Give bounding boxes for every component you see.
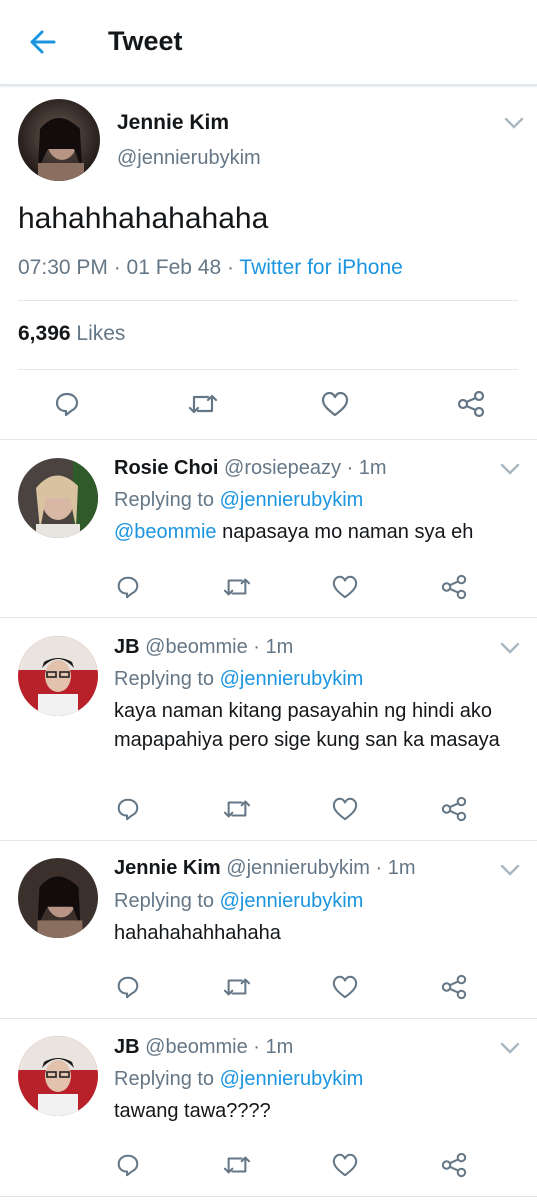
share-button[interactable] [438,571,470,603]
like-button[interactable] [316,386,354,422]
likes-number: 6,396 [18,322,71,345]
share-button[interactable] [438,1149,470,1181]
replying-to-label: Replying to [114,489,220,511]
like-button[interactable] [329,1149,361,1181]
likes-label: Likes [76,322,126,345]
reply-header: Jennie Kim @jennierubykim · 1m [114,857,416,880]
divider [0,840,537,841]
reply-author-handle[interactable]: @beommie · 1m [145,1036,293,1058]
chevron-down-icon[interactable] [499,863,521,877]
tweet-text: hahahhahahahaha [18,202,269,235]
tweet-time: 07:30 PM · 01 Feb 48 · [18,256,240,279]
reply-author-handle[interactable]: @beommie · 1m [145,636,293,658]
reply-header: JB @beommie · 1m [114,1036,293,1059]
avatar[interactable] [18,1036,98,1116]
back-arrow-icon[interactable] [28,28,56,56]
avatar[interactable] [18,99,100,181]
mention-link[interactable]: @beommie [114,521,217,543]
like-icon [332,575,358,599]
retweet-icon [188,394,218,414]
reply-header: Rosie Choi @rosiepeazy · 1m [114,457,387,480]
retweet-icon [223,800,251,818]
like-icon [321,391,349,417]
retweet-button[interactable] [220,793,254,825]
retweet-button[interactable] [220,1149,254,1181]
share-button[interactable] [452,386,490,422]
like-icon [332,797,358,821]
tweet-meta: 07:30 PM · 01 Feb 48 · Twitter for iPhon… [18,256,403,280]
divider [18,300,518,301]
like-button[interactable] [329,571,361,603]
reply-button[interactable] [112,793,144,825]
reply-body: napasaya mo naman sya eh [216,521,474,543]
retweet-button[interactable] [184,386,222,422]
reply-button[interactable] [48,386,86,422]
reply-header: JB @beommie · 1m [114,636,293,659]
reply-author-handle[interactable]: @rosiepeazy · 1m [224,457,387,479]
divider [0,1196,537,1197]
reply-body: kaya naman kitang pasayahin ng hindi ako… [114,700,500,751]
reply-body: hahahahahhahaha [114,922,281,944]
divider [0,1018,537,1019]
replying-to-label: Replying to [114,668,220,690]
divider [0,617,537,618]
reply-icon [117,576,139,599]
reply-author-name[interactable]: Jennie Kim [114,857,221,879]
share-icon [441,796,467,822]
share-icon [441,1152,467,1178]
like-icon [332,1153,358,1177]
replying-to: Replying to @jennierubykim [114,668,363,691]
replying-to: Replying to @jennierubykim [114,890,363,913]
reply-author-name[interactable]: JB [114,1036,140,1058]
reply-icon [117,1154,139,1177]
replying-to-label: Replying to [114,890,220,912]
page-title: Tweet [108,26,183,56]
share-button[interactable] [438,971,470,1003]
retweet-icon [223,1156,251,1174]
like-button[interactable] [329,793,361,825]
divider [18,369,518,370]
replying-to: Replying to @jennierubykim [114,1068,363,1091]
replying-to-label: Replying to [114,1068,220,1090]
reply-author-name[interactable]: Rosie Choi [114,457,218,479]
chevron-down-icon[interactable] [503,116,525,130]
retweet-button[interactable] [220,971,254,1003]
reply-author-name[interactable]: JB [114,636,140,658]
like-icon [332,975,358,999]
reply-icon [117,798,139,821]
reply-button[interactable] [112,971,144,1003]
share-icon [441,574,467,600]
tweet-source-link[interactable]: Twitter for iPhone [239,256,402,279]
author-handle[interactable]: @jennierubykim [117,147,261,170]
author-name[interactable]: Jennie Kim [117,111,229,135]
reply-button[interactable] [112,571,144,603]
share-icon [457,390,485,418]
chevron-down-icon[interactable] [499,462,521,476]
chevron-down-icon[interactable] [499,1041,521,1055]
reply-text: @beommie napasaya mo naman sya eh [114,518,514,547]
avatar[interactable] [18,458,98,538]
reply-button[interactable] [112,1149,144,1181]
likes-count[interactable]: 6,396 Likes [18,322,125,346]
chevron-down-icon[interactable] [499,641,521,655]
avatar[interactable] [18,858,98,938]
retweet-button[interactable] [220,571,254,603]
replying-to-link[interactable]: @jennierubykim [220,1068,364,1090]
reply-icon [117,976,139,999]
reply-body: tawang tawa???? [114,1100,271,1122]
replying-to: Replying to @jennierubykim [114,489,363,512]
top-bar: Tweet [0,0,537,86]
share-icon [441,974,467,1000]
retweet-icon [223,578,251,596]
avatar[interactable] [18,636,98,716]
reply-icon [55,392,79,417]
like-button[interactable] [329,971,361,1003]
retweet-icon [223,978,251,996]
share-button[interactable] [438,793,470,825]
replying-to-link[interactable]: @jennierubykim [220,890,364,912]
reply-author-handle[interactable]: @jennierubykim · 1m [226,857,415,879]
divider [0,439,537,440]
replying-to-link[interactable]: @jennierubykim [220,668,364,690]
replying-to-link[interactable]: @jennierubykim [220,489,364,511]
